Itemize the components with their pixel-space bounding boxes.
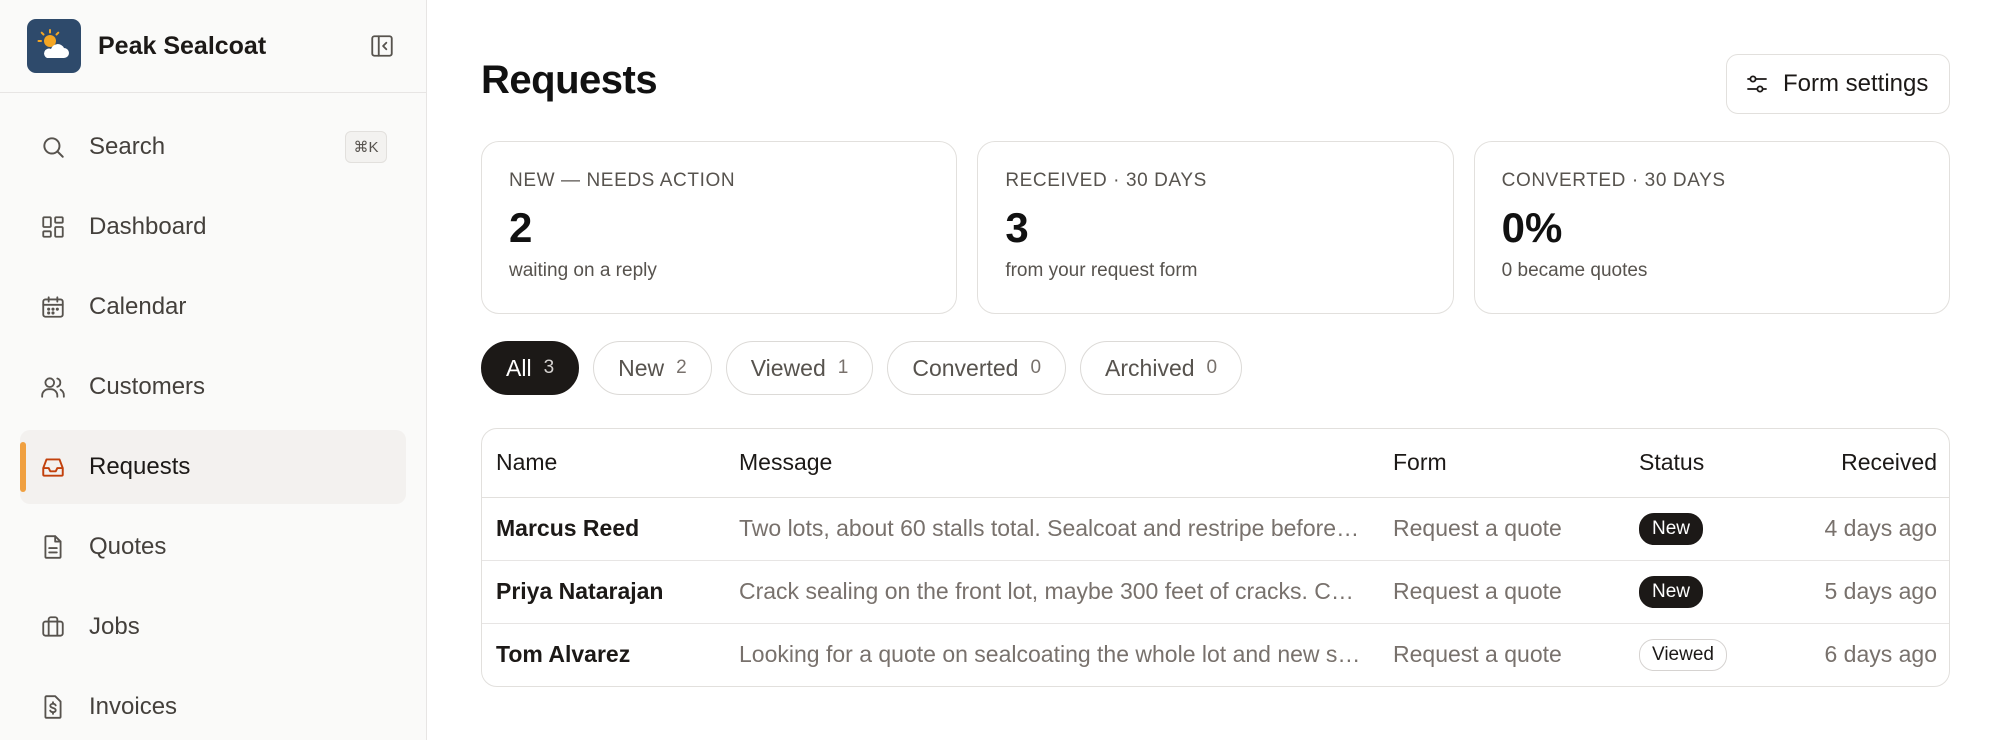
column-header-received[interactable]: Received [1775,429,1949,498]
search-icon [39,133,67,161]
form-settings-button[interactable]: Form settings [1726,54,1950,114]
brand-header: Peak Sealcoat [0,0,426,93]
filter-tabs: All 3 New 2 Viewed 1 Converted 0 Archive… [481,341,1243,395]
sidebar-item-calendar[interactable]: Calendar [20,270,406,344]
table-row[interactable]: Tom Alvarez Looking for a quote on sealc… [482,623,1949,686]
sidebar-item-label: Customers [89,373,206,400]
request-form: Request a quote [1393,641,1562,668]
filter-tab-viewed[interactable]: Viewed 1 [725,341,874,395]
sidebar-item-label: Quotes [89,533,167,560]
filter-count: 2 [676,357,687,378]
sidebar: Peak Sealcoat Search ⌘K Dashboard Calend… [0,0,427,740]
request-message: Two lots, about 60 stalls total. Sealcoa… [725,497,1379,561]
filter-count: 1 [837,357,849,378]
received-time: 5 days ago [1775,560,1949,624]
status-badge: Viewed [1639,638,1727,671]
sun-cloud-icon [27,19,81,73]
stat-value: 2 [509,204,533,251]
calendar-icon [39,293,67,321]
sidebar-item-label: Calendar [89,293,187,320]
sidebar-item-jobs[interactable]: Jobs [20,590,406,664]
filter-count: 0 [1030,357,1042,378]
stat-card-converted: CONVERTED · 30 DAYS 0% 0 became quotes [1473,141,1950,314]
received-time: 4 days ago [1775,497,1949,561]
stat-kicker: RECEIVED · 30 DAYS [1005,170,1207,191]
form-settings-label: Form settings [1783,70,1929,97]
filter-count: 0 [1206,357,1218,378]
sidebar-item-label: Dashboard [89,213,207,240]
status-badge: New [1639,512,1704,545]
request-form: Request a quote [1379,497,1625,561]
sidebar-item-dashboard[interactable]: Dashboard [20,190,406,264]
filter-label: Viewed [750,354,826,381]
stat-value: 3 [1005,204,1029,251]
users-icon [39,373,67,401]
column-header-status[interactable]: Status [1625,429,1775,498]
sidebar-item-quotes[interactable]: Quotes [20,510,406,584]
status-cell: New [1625,560,1775,624]
stat-kicker: NEW — NEEDS ACTION [509,170,736,191]
request-message: Looking for a quote on sealcoating the w… [739,641,1379,668]
stat-subtext: from your request form [1005,260,1198,281]
table-header-row: Name Message Form Status Received [482,429,1949,498]
stat-subtext: 0 became quotes [1501,260,1648,281]
sidebar-item-search[interactable]: Search ⌘K [20,110,406,184]
stat-value: 0% [1501,204,1563,251]
document-icon [39,533,67,561]
request-message: Crack sealing on the front lot, maybe 30… [725,560,1379,624]
page-title: Requests [481,58,658,102]
sidebar-collapse-icon [371,35,393,57]
sidebar-item-label: Requests [89,453,191,480]
requester-name: Tom Alvarez [496,641,631,668]
stat-kicker: CONVERTED · 30 DAYS [1501,170,1726,191]
dashboard-icon [39,213,67,241]
briefcase-icon [39,613,67,641]
column-header-name[interactable]: Name [482,429,725,498]
table-row[interactable]: Priya Natarajan Crack sealing on the fro… [482,560,1949,624]
inbox-icon [39,453,67,481]
column-header-form[interactable]: Form [1379,429,1625,498]
stats-row: NEW — NEEDS ACTION 2 waiting on a reply … [481,141,1950,314]
sidebar-item-invoices[interactable]: Invoices [20,670,406,740]
requests-table: Name Message Form Status Received Marcus… [481,428,1950,687]
filter-tab-archived[interactable]: Archived 0 [1080,341,1243,395]
status-cell: New [1625,497,1775,561]
filter-tab-converted[interactable]: Converted 0 [887,341,1067,395]
stat-subtext: waiting on a reply [509,260,657,281]
brand-name: Peak Sealcoat [98,31,267,60]
status-cell: Viewed [1625,623,1775,686]
requester-name: Marcus Reed [482,497,725,561]
filter-count: 3 [543,357,555,378]
shortcut-badge: ⌘K [345,131,387,163]
received-time: 6 days ago [1824,641,1937,668]
sidebar-nav: Search ⌘K Dashboard Calendar Customers R… [0,93,426,740]
request-form: Request a quote [1379,560,1625,624]
collapse-sidebar-button[interactable] [365,29,399,63]
stat-card-received: RECEIVED · 30 DAYS 3 from your request f… [977,141,1454,314]
filter-tab-all[interactable]: All 3 [481,341,580,395]
filter-label: New [618,354,665,381]
sidebar-item-label: Jobs [89,613,140,640]
filter-label: Converted [912,354,1019,381]
filter-label: Archived [1105,354,1195,381]
sidebar-item-customers[interactable]: Customers [20,350,406,424]
table-row[interactable]: Marcus Reed Two lots, about 60 stalls to… [482,497,1949,561]
column-header-message[interactable]: Message [725,429,1379,498]
filter-tab-new[interactable]: New 2 [593,341,712,395]
requester-name: Priya Natarajan [482,560,725,624]
sidebar-item-label: Search [89,133,166,160]
status-badge: New [1639,575,1704,608]
dollar-receipt-icon [39,693,67,721]
sidebar-item-requests[interactable]: Requests [20,430,406,504]
filter-label: All [506,354,532,381]
stat-card-new: NEW — NEEDS ACTION 2 waiting on a reply [481,141,958,314]
sliders-icon [1747,75,1767,93]
sidebar-item-label: Invoices [89,693,178,720]
